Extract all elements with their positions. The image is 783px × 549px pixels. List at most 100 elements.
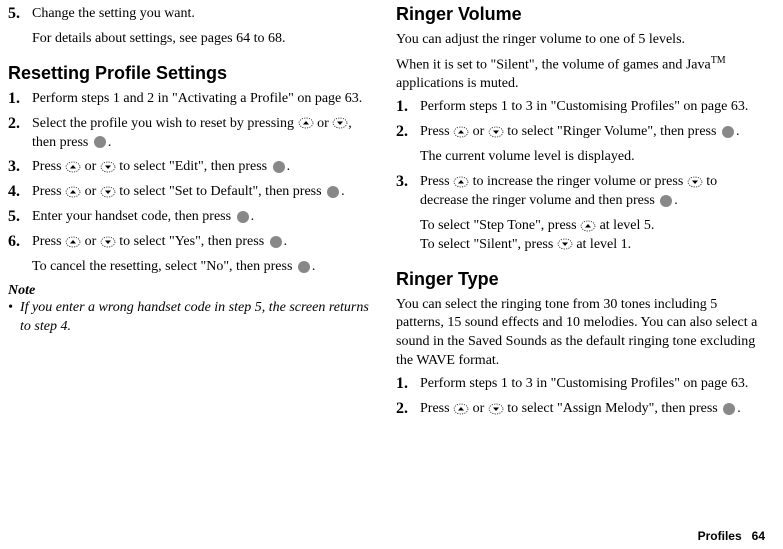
text: To select "Silent", press [420, 237, 557, 252]
ok-key-icon [268, 235, 284, 249]
reset-step-4: 4. Press or to select "Set to Default", … [8, 183, 378, 202]
down-key-icon [488, 126, 504, 138]
reset-step-6-cancel: To cancel the resetting, select "No", th… [32, 258, 378, 277]
volume-step-tone-hint: To select "Step Tone", press at level 5. [420, 217, 765, 236]
text: . [287, 159, 291, 174]
down-key-icon [687, 176, 703, 188]
step-number: 4. [8, 183, 32, 202]
page-content: 5. Change the setting you want. For deta… [0, 0, 783, 425]
volume-step-2-detail: The current volume level is displayed. [420, 148, 765, 167]
down-key-icon [100, 236, 116, 248]
text: Press [420, 401, 453, 416]
step-body: Perform steps 1 and 2 in "Activating a P… [32, 90, 378, 109]
step-5: 5. Change the setting you want. [8, 5, 378, 24]
step-body: Press or to select "Set to Default", the… [32, 183, 378, 202]
text: to increase the ringer volume or press [469, 174, 687, 189]
ok-key-icon [658, 194, 674, 208]
reset-step-1: 1. Perform steps 1 and 2 in "Activating … [8, 90, 378, 109]
text: to select "Set to Default", then press [116, 184, 325, 199]
type-step-2: 2. Press or to select "Assign Melody", t… [396, 400, 765, 419]
up-key-icon [453, 176, 469, 188]
step-text: Change the setting you want. [32, 6, 195, 21]
step-5-detail: For details about settings, see pages 64… [32, 30, 378, 49]
step-body: Press or to select "Edit", then press . [32, 158, 378, 177]
ok-key-icon [325, 185, 341, 199]
reset-step-2: 2. Select the profile you wish to reset … [8, 115, 378, 153]
text: Press [420, 124, 453, 139]
step-number: 3. [396, 173, 420, 211]
volume-step-1: 1. Perform steps 1 to 3 in "Customising … [396, 98, 765, 117]
trademark: TM [711, 55, 726, 66]
note-body: • If you enter a wrong handset code in s… [8, 299, 378, 337]
down-key-icon [100, 186, 116, 198]
step-body: Press or to select "Assign Melody", then… [420, 400, 765, 419]
ringer-type-intro: You can select the ringing tone from 30 … [396, 296, 765, 372]
footer-section-label: Profiles [698, 529, 742, 543]
text: To select "Step Tone", press [420, 218, 580, 233]
ok-key-icon [296, 260, 312, 274]
step-body: Select the profile you wish to reset by … [32, 115, 378, 153]
ringer-volume-intro-2: When it is set to "Silent", the volume o… [396, 54, 765, 94]
step-number: 6. [8, 233, 32, 252]
text: To cancel the resetting, select "No", th… [32, 259, 296, 274]
text: to select "Ringer Volume", then press [504, 124, 720, 139]
type-step-1: 1. Perform steps 1 to 3 in "Customising … [396, 375, 765, 394]
text: or [81, 184, 100, 199]
ok-key-icon [92, 135, 108, 149]
heading-ringer-type: Ringer Type [396, 269, 765, 290]
bullet: • [8, 299, 20, 337]
left-column: 5. Change the setting you want. For deta… [8, 4, 378, 425]
text: to select "Yes", then press [116, 234, 268, 249]
footer-page-number: 64 [752, 529, 765, 543]
ok-key-icon [271, 160, 287, 174]
down-key-icon [332, 117, 348, 129]
step-number: 1. [396, 375, 420, 394]
step-body: Perform steps 1 to 3 in "Customising Pro… [420, 98, 765, 117]
up-key-icon [453, 126, 469, 138]
text: . [737, 401, 741, 416]
step-number: 1. [396, 98, 420, 117]
text: . [341, 184, 345, 199]
step-number: 3. [8, 158, 32, 177]
up-key-icon [65, 161, 81, 173]
text: or [469, 124, 488, 139]
text: Press [32, 234, 65, 249]
reset-step-6: 6. Press or to select "Yes", then press … [8, 233, 378, 252]
step-number: 2. [396, 123, 420, 142]
reset-step-5: 5. Enter your handset code, then press . [8, 208, 378, 227]
ok-key-icon [235, 210, 251, 224]
text: to select "Assign Melody", then press [504, 401, 722, 416]
text: Press [420, 174, 453, 189]
volume-silent-hint: To select "Silent", press at level 1. [420, 236, 765, 255]
text: or [81, 234, 100, 249]
reset-step-3: 3. Press or to select "Edit", then press… [8, 158, 378, 177]
up-key-icon [65, 186, 81, 198]
text: . [312, 259, 316, 274]
text: at level 5. [596, 218, 654, 233]
text: or [314, 116, 333, 131]
text: Press [32, 159, 65, 174]
down-key-icon [100, 161, 116, 173]
right-column: Ringer Volume You can adjust the ringer … [396, 4, 765, 425]
step-body: Press or to select "Yes", then press . [32, 233, 378, 252]
text: at level 1. [573, 237, 631, 252]
step-number: 5. [8, 208, 32, 227]
text: or [81, 159, 100, 174]
text: Press [32, 184, 65, 199]
step-body: Enter your handset code, then press . [32, 208, 378, 227]
up-key-icon [298, 117, 314, 129]
up-key-icon [65, 236, 81, 248]
text: Enter your handset code, then press [32, 209, 235, 224]
text: . [736, 124, 740, 139]
text: applications is muted. [396, 76, 518, 91]
text: Select the profile you wish to reset by … [32, 116, 298, 131]
volume-step-3: 3. Press to increase the ringer volume o… [396, 173, 765, 211]
ok-key-icon [720, 125, 736, 139]
heading-resetting-profile-settings: Resetting Profile Settings [8, 63, 378, 84]
up-key-icon [453, 403, 469, 415]
step-number: 1. [8, 90, 32, 109]
text: . [251, 209, 255, 224]
text: . [108, 135, 112, 150]
up-key-icon [580, 220, 596, 232]
text: . [674, 193, 678, 208]
